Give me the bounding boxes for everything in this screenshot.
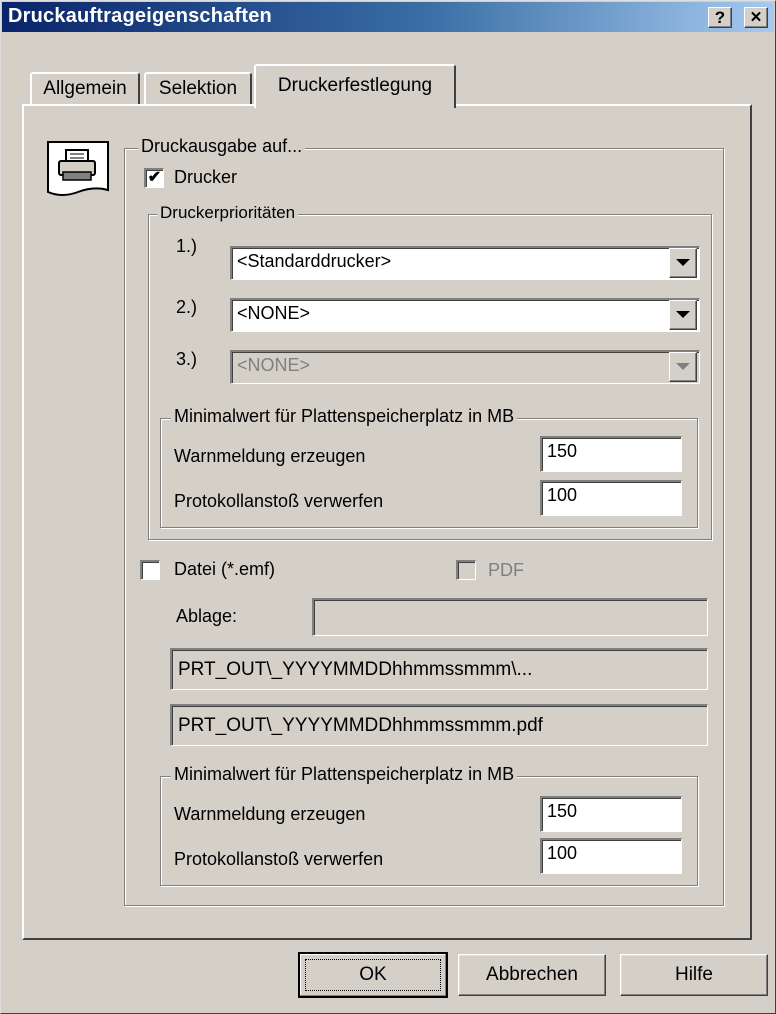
priority-2-label: 2.) xyxy=(176,297,198,317)
printer-checkbox-label: Drucker xyxy=(174,167,238,187)
printer-discard-value: 100 xyxy=(547,485,578,505)
pdf-checkbox-label: PDF xyxy=(488,560,524,580)
priority-1-select[interactable]: <Standarddrucker> xyxy=(230,246,700,280)
printer-icon xyxy=(46,140,110,198)
help-title-button[interactable]: ? xyxy=(708,7,732,28)
priority-3-label: 3.) xyxy=(176,349,198,369)
file-min-space-legend: Minimalwert für Plattenspeicherplatz in … xyxy=(171,764,518,785)
priority-3-dropdown-button[interactable] xyxy=(669,352,697,382)
printer-warn-input[interactable]: 150 xyxy=(540,436,682,472)
tab-selektion[interactable]: Selektion xyxy=(144,72,252,106)
printer-checkbox[interactable]: ✔ xyxy=(144,168,164,188)
chevron-down-icon xyxy=(676,311,690,318)
printer-warn-label: Warnmeldung erzeugen xyxy=(174,446,366,466)
ok-button-label: OK xyxy=(305,959,441,991)
printer-min-space-legend: Minimalwert für Plattenspeicherplatz in … xyxy=(171,406,518,427)
printer-discard-input[interactable]: 100 xyxy=(540,480,682,516)
file-checkbox-label: Datei (*.emf) xyxy=(174,559,276,579)
priorities-legend: Druckerprioritäten xyxy=(157,203,299,223)
printer-warn-value: 150 xyxy=(547,441,578,461)
help-button[interactable]: Hilfe xyxy=(620,954,768,996)
close-title-button[interactable]: ✕ xyxy=(744,7,768,28)
priority-2-select[interactable]: <NONE> xyxy=(230,298,700,332)
title-bar[interactable]: Druckauftrageigenschaften ? ✕ xyxy=(2,2,774,32)
chevron-down-icon xyxy=(676,259,690,266)
printer-discard-label: Protokollanstoß verwerfen xyxy=(174,491,384,511)
storage-input[interactable] xyxy=(312,598,708,636)
tab-allgemein[interactable]: Allgemein xyxy=(30,72,140,106)
file-discard-input[interactable]: 100 xyxy=(540,838,682,874)
file-discard-label: Protokollanstoß verwerfen xyxy=(174,849,384,869)
file-warn-input[interactable]: 150 xyxy=(540,796,682,832)
priority-1-dropdown-button[interactable] xyxy=(669,248,697,278)
file-checkbox[interactable] xyxy=(140,560,160,580)
storage-label: Ablage: xyxy=(176,606,238,626)
emf-path-field[interactable]: PRT_OUT\_YYYYMMDDhhmmssmmm\... xyxy=(170,648,708,690)
priority-1-label: 1.) xyxy=(176,236,198,256)
window-title: Druckauftrageigenschaften xyxy=(8,5,272,27)
pdf-path-field[interactable]: PRT_OUT\_YYYYMMDDhhmmssmmm.pdf xyxy=(170,704,708,746)
priority-2-value: <NONE> xyxy=(237,303,311,323)
pdf-checkbox[interactable] xyxy=(456,560,476,580)
file-warn-value: 150 xyxy=(547,801,578,821)
tab-druckerfestlegung[interactable]: Druckerfestlegung xyxy=(254,64,456,108)
emf-path-value: PRT_OUT\_YYYYMMDDhhmmssmmm\... xyxy=(178,659,533,680)
priority-3-select[interactable]: <NONE> xyxy=(230,350,700,384)
ok-button[interactable]: OK xyxy=(298,952,448,998)
output-group-legend: Druckausgabe auf... xyxy=(138,136,306,157)
priority-1-value: <Standarddrucker> xyxy=(237,251,392,271)
file-discard-value: 100 xyxy=(547,843,578,863)
cancel-button[interactable]: Abbrechen xyxy=(458,954,606,996)
priority-2-dropdown-button[interactable] xyxy=(669,300,697,330)
priority-3-value: <NONE> xyxy=(237,355,311,375)
file-warn-label: Warnmeldung erzeugen xyxy=(174,804,366,824)
pdf-path-value: PRT_OUT\_YYYYMMDDhhmmssmmm.pdf xyxy=(178,715,543,736)
chevron-down-icon xyxy=(676,363,690,370)
